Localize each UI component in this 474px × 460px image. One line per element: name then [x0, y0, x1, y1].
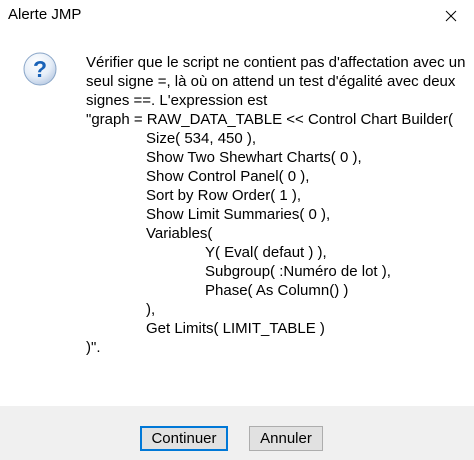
message-line: Phase( As Column() ) — [205, 282, 349, 299]
message-line: "graph = RAW_DATA_TABLE << Control Chart… — [86, 111, 454, 128]
message-line: Variables( — [146, 225, 213, 242]
message-text: Vérifier que le script ne contient pas d… — [86, 53, 466, 357]
message-line: Get Limits( LIMIT_TABLE ) — [146, 320, 325, 337]
title-bar: Alerte JMP — [0, 0, 474, 34]
message-line: signes ==. L'expression est — [86, 92, 268, 109]
cancel-button[interactable]: Annuler — [249, 426, 323, 451]
message-line: ), — [146, 301, 156, 318]
message-line: Vérifier que le script ne contient pas d… — [86, 54, 466, 71]
button-bar: Continuer Annuler — [0, 406, 474, 460]
close-button[interactable] — [428, 0, 474, 32]
svg-text:?: ? — [33, 56, 47, 82]
message-line: Show Control Panel( 0 ), — [146, 168, 310, 185]
message-line: Show Two Shewhart Charts( 0 ), — [146, 149, 362, 166]
continue-button[interactable]: Continuer — [140, 426, 228, 451]
window-title: Alerte JMP — [8, 6, 82, 23]
message-line: Subgroup( :Numéro de lot ), — [205, 263, 391, 280]
message-line: )". — [86, 339, 101, 356]
message-line: Sort by Row Order( 1 ), — [146, 187, 302, 204]
question-icon: ? — [23, 52, 57, 86]
message-line: seul signe =, là où on attend un test d'… — [86, 73, 456, 90]
message-line: Size( 534, 450 ), — [146, 130, 257, 147]
close-icon — [445, 10, 457, 22]
alert-dialog: Alerte JMP ? Vérifier que le script ne c… — [0, 0, 474, 460]
message-line: Show Limit Summaries( 0 ), — [146, 206, 331, 223]
message-line: Y( Eval( defaut ) ), — [205, 244, 327, 261]
